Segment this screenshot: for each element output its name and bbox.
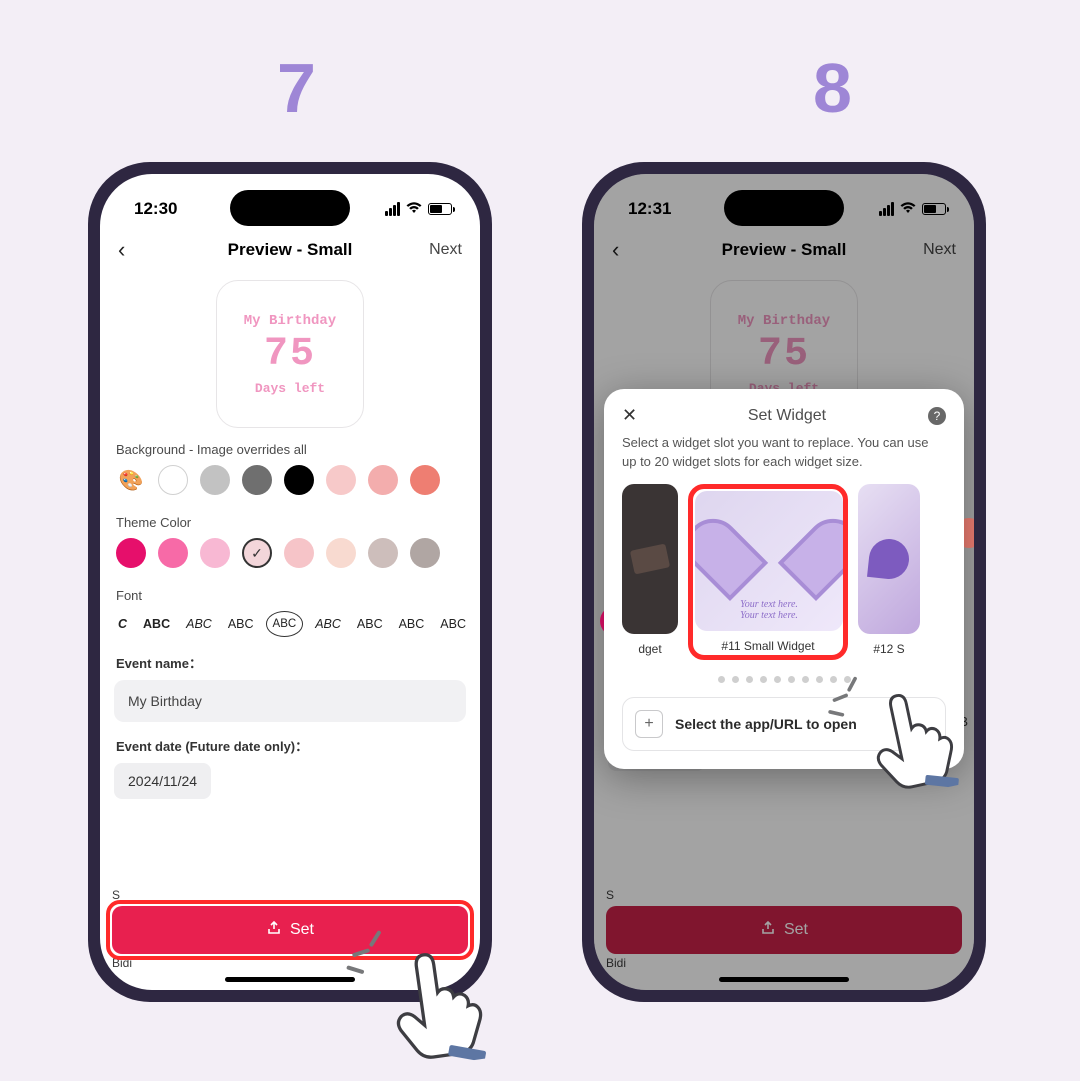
help-icon[interactable]: ?: [928, 407, 946, 425]
status-time: 12:30: [134, 199, 177, 219]
notch: [230, 190, 350, 226]
theme-swatch[interactable]: [200, 538, 230, 568]
widget-slot-11[interactable]: Your text here. Your text here. #11 Smal…: [688, 484, 848, 660]
font-option[interactable]: ABC: [224, 615, 258, 633]
slot-caption: #12 S: [858, 642, 920, 656]
slot-caption: dget: [622, 642, 678, 656]
bg-swatch[interactable]: [410, 465, 440, 495]
page-dot[interactable]: [844, 676, 851, 683]
heart-icon: [726, 523, 812, 599]
font-label: Font: [116, 588, 464, 603]
theme-swatch[interactable]: [116, 538, 146, 568]
font-option[interactable]: ABC: [182, 615, 216, 633]
page-dot[interactable]: [830, 676, 837, 683]
bg-swatch[interactable]: [242, 465, 272, 495]
theme-swatch[interactable]: [410, 538, 440, 568]
page-dot[interactable]: [816, 676, 823, 683]
event-name-label: Event name：: [116, 653, 464, 672]
home-indicator: [225, 977, 355, 982]
widget-slot-12[interactable]: #12 S: [858, 484, 920, 656]
theme-swatch[interactable]: [284, 538, 314, 568]
page-dot[interactable]: [732, 676, 739, 683]
font-option[interactable]: ABC: [266, 611, 304, 637]
plus-icon: +: [635, 710, 663, 738]
page-dot[interactable]: [718, 676, 725, 683]
theme-swatch[interactable]: [326, 538, 356, 568]
set-button[interactable]: Set: [112, 906, 468, 954]
wifi-icon: [406, 201, 422, 218]
widget-days: 75: [264, 335, 316, 375]
nav-bar: ‹ Preview - Small Next: [100, 226, 480, 274]
page-dot[interactable]: [788, 676, 795, 683]
page-dot[interactable]: [760, 676, 767, 683]
font-option[interactable]: C: [114, 615, 131, 633]
battery-icon: [428, 203, 452, 215]
select-app-button[interactable]: + Select the app/URL to open: [622, 697, 946, 751]
event-date-label: Event date (Future date only)：: [116, 736, 464, 755]
phone-frame-step-8: 12:31 ‹ Preview - Small Next My Birthday…: [582, 162, 986, 1002]
page-dots: [622, 676, 946, 683]
widget-title: My Birthday: [244, 313, 336, 329]
set-icon: [266, 920, 282, 940]
theme-label: Theme Color: [116, 515, 464, 530]
widget-preview: My Birthday 75 Days left: [216, 280, 364, 428]
set-widget-sheet: ✕ Set Widget ? Select a widget slot you …: [604, 389, 964, 769]
font-option[interactable]: ABC: [139, 615, 174, 633]
page-dot[interactable]: [746, 676, 753, 683]
font-option[interactable]: ABC: [436, 615, 466, 633]
font-options: C ABC ABC ABC ABC ABC ABC ABC ABC: [114, 611, 466, 649]
bg-swatch[interactable]: [326, 465, 356, 495]
back-button[interactable]: ‹: [118, 237, 158, 263]
event-name-input[interactable]: My Birthday: [114, 680, 466, 722]
sheet-description: Select a widget slot you want to replace…: [622, 434, 946, 472]
event-date-input[interactable]: 2024/11/24: [114, 763, 211, 799]
theme-swatch[interactable]: [368, 538, 398, 568]
font-option[interactable]: ABC: [395, 615, 429, 633]
widget-slot-prev[interactable]: dget: [622, 484, 678, 656]
cellular-icon: [385, 202, 400, 216]
close-button[interactable]: ✕: [622, 405, 646, 426]
bg-swatch[interactable]: [158, 465, 188, 495]
background-label: Background - Image overrides all: [116, 442, 464, 457]
bg-swatch[interactable]: [200, 465, 230, 495]
theme-swatch[interactable]: [158, 538, 188, 568]
select-app-label: Select the app/URL to open: [675, 716, 857, 732]
truncated-text: S: [112, 888, 120, 902]
theme-swatches: [114, 538, 466, 582]
slot-caption: #11 Small Widget: [695, 639, 841, 653]
widget-slot-row[interactable]: dget Your text here. Your text here. #11…: [622, 484, 946, 668]
theme-swatch[interactable]: [242, 538, 272, 568]
widget-sub: Days left: [255, 381, 325, 396]
slot-placeholder-text: Your text here. Your text here.: [695, 599, 843, 621]
page-dot[interactable]: [774, 676, 781, 683]
font-option[interactable]: ABC: [353, 615, 387, 633]
nav-title: Preview - Small: [158, 240, 422, 260]
step-number-7: 7: [277, 48, 316, 128]
step-number-8: 8: [813, 48, 852, 128]
background-swatches: 🎨: [114, 465, 466, 509]
sheet-title: Set Widget: [646, 407, 928, 425]
page-dot[interactable]: [802, 676, 809, 683]
phone-frame-step-7: 12:30 ‹ Preview - Small Next My Birthday…: [88, 162, 492, 1002]
bg-swatch[interactable]: [284, 465, 314, 495]
set-button-label: Set: [290, 921, 314, 939]
notch: [724, 190, 844, 226]
font-option[interactable]: ABC: [311, 615, 345, 633]
truncated-text: Bidi: [112, 956, 132, 970]
palette-icon[interactable]: 🎨: [116, 465, 146, 495]
bg-swatch[interactable]: [368, 465, 398, 495]
next-button[interactable]: Next: [422, 241, 462, 259]
